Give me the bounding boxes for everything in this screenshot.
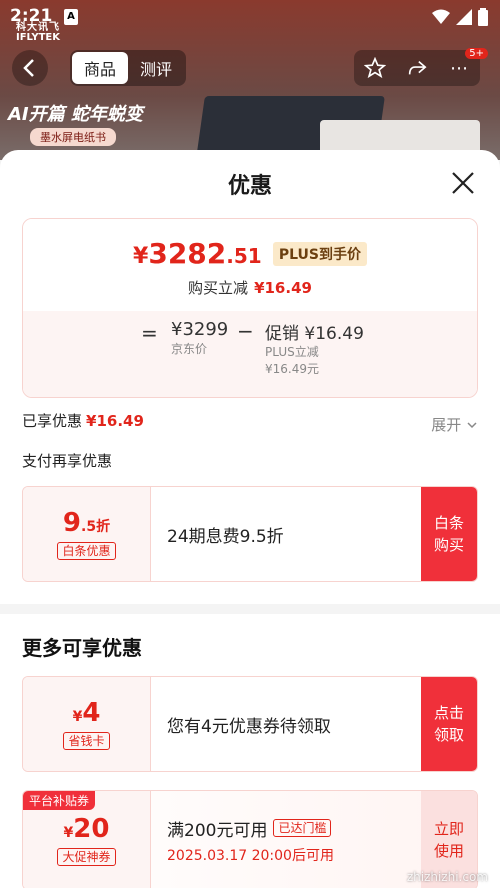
- claim-button[interactable]: 点击领取: [421, 677, 477, 771]
- status-bar: 2:21 A: [0, 0, 500, 36]
- back-button[interactable]: [12, 50, 48, 86]
- discount-unit: .5折: [81, 519, 111, 535]
- promo-value: 促销 ¥16.49: [265, 324, 364, 344]
- coupon-desc: 满200元可用 已达门槛 2025.03.17 20:00后可用: [151, 791, 421, 888]
- baitiao-coupon: 9.5折 白条优惠 24期息费9.5折 白条购买: [22, 486, 478, 582]
- instant-discount-value: ¥16.49: [254, 279, 312, 297]
- signal-icon: [456, 9, 472, 25]
- more-discounts-title: 更多可享优惠: [22, 636, 142, 660]
- nav-actions: ⋯ 5+: [354, 48, 488, 86]
- enjoyed-discount: 已享优惠 ¥16.49: [22, 410, 144, 431]
- jd-price-block: ¥3299 京东价: [171, 319, 228, 357]
- top-navbar: 商品 测评 ⋯ 5+: [0, 48, 500, 88]
- price-decimal: .51: [226, 244, 262, 268]
- coupon-amount: 20: [73, 814, 110, 844]
- coupon-tag: 大促神券: [57, 848, 116, 866]
- save-card-coupon: ¥4 省钱卡 您有4元优惠券待领取 点击领取: [22, 676, 478, 772]
- promo-subtitle: 墨水屏电纸书: [30, 128, 116, 146]
- coupon-desc: 您有4元优惠券待领取: [167, 716, 331, 737]
- expand-label: 展开: [431, 416, 462, 434]
- coupon-value: 9.5折 白条优惠: [23, 487, 151, 581]
- product-tabs: 商品 测评: [70, 50, 187, 86]
- discount-sheet: 优惠 ¥3282.51 PLUS到手价 购买立减 ¥16.49 = ¥3299 京…: [0, 150, 500, 888]
- watermark: zhizhizhi.com: [406, 870, 488, 884]
- battery-icon: [478, 8, 488, 26]
- plus-discount-label: PLUS立减: [265, 345, 319, 359]
- price-currency: ¥: [133, 244, 149, 269]
- plus-price-tag: PLUS到手价: [272, 242, 367, 266]
- coupon-valid-time: 2025.03.17 20:00后可用: [167, 847, 334, 864]
- system-icons: [432, 8, 488, 26]
- chevron-down-icon: [467, 422, 477, 429]
- close-button[interactable]: [450, 170, 476, 196]
- plus-discount-amount: ¥16.49元: [265, 362, 319, 376]
- share-icon: [408, 60, 427, 75]
- instant-discount: 购买立减 ¥16.49: [23, 277, 477, 298]
- promo-title: AI开篇 蛇年蜕变: [8, 104, 143, 125]
- jd-price: ¥3299: [171, 319, 229, 340]
- coupon-condition: 满200元可用: [167, 820, 268, 841]
- instant-discount-label: 购买立减: [188, 279, 249, 297]
- jd-price-label: 京东价: [171, 342, 208, 356]
- minus-sign: −: [237, 319, 254, 343]
- notification-icon: A: [64, 9, 78, 25]
- coupon-amount: 4: [82, 698, 101, 728]
- share-button[interactable]: [396, 50, 438, 86]
- back-arrow-icon: [23, 59, 34, 77]
- pay-more-label: 支付再享优惠: [22, 452, 113, 470]
- baitiao-buy-button[interactable]: 白条购买: [421, 487, 477, 581]
- coupon-tag: 白条优惠: [57, 542, 116, 560]
- sheet-title: 优惠: [227, 174, 272, 199]
- more-dots-icon: ⋯: [450, 57, 468, 79]
- price-summary: ¥3282.51 PLUS到手价 购买立减 ¥16.49: [23, 219, 477, 311]
- coupon-value: ¥4 省钱卡: [23, 677, 151, 771]
- message-badge: 5+: [465, 48, 488, 59]
- discount-amount: 9: [62, 508, 82, 538]
- price-breakdown: = ¥3299 京东价 − 促销 ¥16.49 PLUS立减 ¥16.49元: [23, 311, 477, 397]
- coupon-currency: ¥: [72, 709, 83, 725]
- coupon-ribbon: 平台补贴券: [23, 791, 96, 810]
- wifi-icon: [432, 9, 450, 24]
- price-card: ¥3282.51 PLUS到手价 购买立减 ¥16.49 = ¥3299 京东价 …: [22, 218, 478, 398]
- section-divider: [0, 604, 500, 614]
- threshold-reached-tag: 已达门槛: [273, 819, 332, 837]
- more-button[interactable]: ⋯ 5+: [438, 48, 488, 86]
- promo-block: 促销 ¥16.49 PLUS立减 ¥16.49元: [265, 319, 364, 378]
- tab-review[interactable]: 测评: [128, 52, 184, 84]
- final-price: ¥3282.51 PLUS到手价: [23, 237, 477, 270]
- coupon-currency: ¥: [63, 825, 74, 841]
- coupon-desc: 24期息费9.5折: [167, 526, 284, 547]
- enjoyed-label: 已享优惠: [22, 412, 83, 430]
- price-integer: 3282: [148, 237, 227, 270]
- tab-product[interactable]: 商品: [72, 52, 129, 84]
- star-icon: [364, 57, 386, 79]
- enjoyed-value: ¥16.49: [86, 412, 144, 430]
- expand-toggle[interactable]: 展开: [431, 414, 478, 435]
- favorite-button[interactable]: [354, 50, 396, 86]
- close-icon: [452, 172, 474, 194]
- equals-sign: =: [141, 321, 158, 345]
- coupon-tag: 省钱卡: [63, 732, 110, 750]
- status-time: 2:21: [10, 6, 53, 26]
